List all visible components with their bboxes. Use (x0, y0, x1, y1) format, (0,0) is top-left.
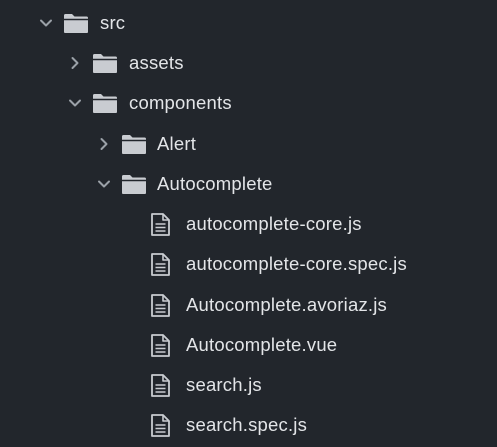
tree-item-file[interactable]: Autocomplete.avoriaz.js (0, 285, 497, 325)
chevron-right-icon[interactable] (96, 136, 112, 152)
tree-item-file[interactable]: autocomplete-core.js (0, 204, 497, 244)
folder-icon (63, 13, 89, 34)
chevron-down-icon[interactable] (38, 15, 54, 31)
tree-item-label: autocomplete-core.spec.js (186, 253, 407, 274)
tree-item-label: search.js (186, 374, 262, 395)
folder-icon (121, 134, 147, 155)
tree-item-components[interactable]: components (0, 83, 497, 123)
tree-item-label: autocomplete-core.js (186, 213, 362, 234)
folder-icon (92, 93, 118, 114)
tree-item-assets[interactable]: assets (0, 43, 497, 83)
tree-item-autocomplete[interactable]: Autocomplete (0, 164, 497, 204)
tree-item-label: components (129, 92, 232, 113)
chevron-right-icon[interactable] (67, 55, 83, 71)
file-icon (150, 414, 170, 437)
tree-item-label: Alert (157, 133, 197, 154)
tree-item-file[interactable]: search.js (0, 365, 497, 405)
folder-icon (121, 174, 147, 195)
tree-item-label: Autocomplete (157, 173, 273, 194)
file-icon (150, 294, 170, 317)
tree-item-file[interactable]: autocomplete-core.spec.js (0, 244, 497, 284)
tree-item-file[interactable]: Autocomplete.vue (0, 325, 497, 365)
chevron-down-icon[interactable] (96, 176, 112, 192)
tree-item-file[interactable]: search.spec.js (0, 405, 497, 445)
chevron-down-icon[interactable] (67, 95, 83, 111)
tree-item-alert[interactable]: Alert (0, 124, 497, 164)
tree-item-label: Autocomplete.vue (186, 334, 338, 355)
tree-item-label: search.spec.js (186, 414, 308, 435)
tree-item-label: assets (129, 52, 184, 73)
file-icon (150, 334, 170, 357)
tree-item-label: Autocomplete.avoriaz.js (186, 294, 387, 315)
file-icon (150, 253, 170, 276)
folder-icon (92, 53, 118, 74)
file-icon (150, 213, 170, 236)
file-tree: src assets components Alert Autocomplete… (0, 0, 497, 447)
tree-item-label: src (100, 12, 126, 33)
file-icon (150, 374, 170, 397)
tree-item-src[interactable]: src (0, 3, 497, 43)
